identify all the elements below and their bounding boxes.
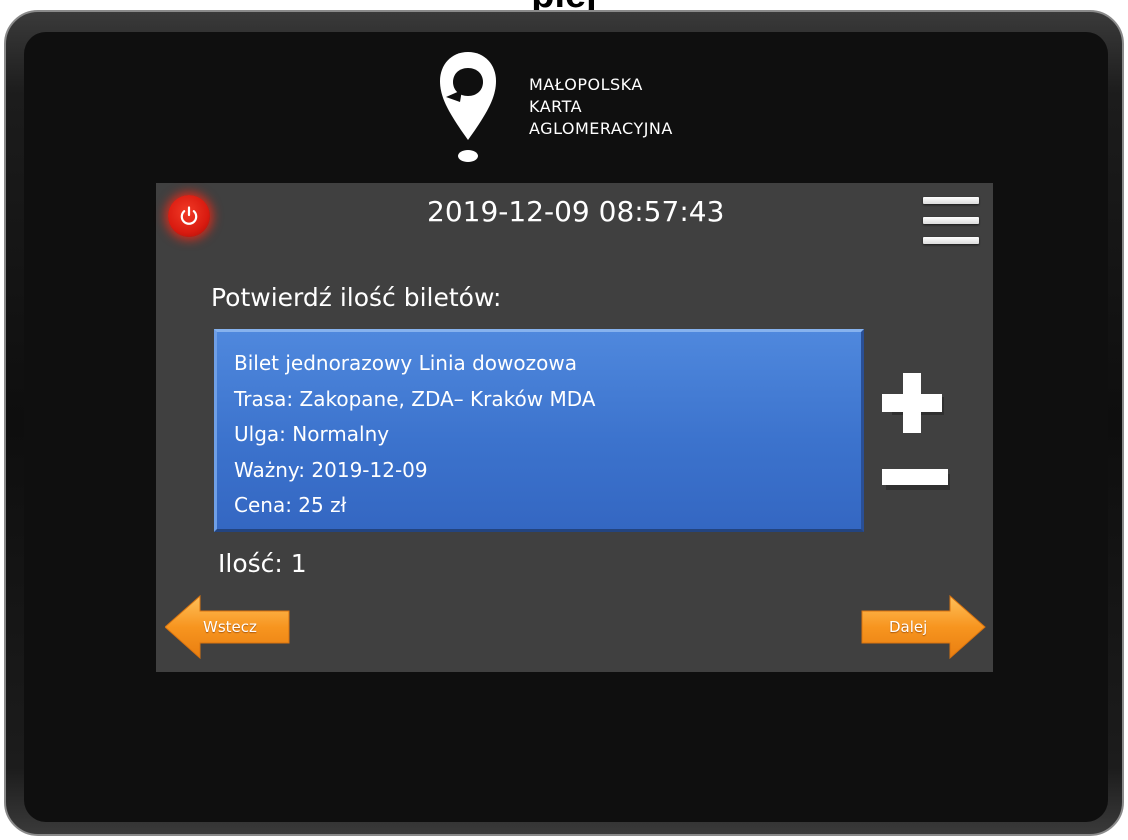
menu-button[interactable]	[920, 197, 982, 249]
back-button[interactable]: Wstecz	[165, 594, 293, 660]
ticket-route: Trasa: Zakopane, ZDA– Kraków MDA	[234, 386, 596, 411]
ticket-summary-panel[interactable]: Bilet jednorazowy Linia dowozowa Trasa: …	[214, 329, 864, 532]
brand-line-2: KARTA	[529, 97, 583, 116]
quantity-value: Ilość: 1	[218, 549, 307, 578]
power-icon	[180, 206, 198, 225]
ticket-validity: Ważny: 2019-12-09	[234, 457, 428, 482]
increase-quantity-button[interactable]	[880, 371, 944, 435]
current-datetime: 2019-12-09 08:57:43	[427, 195, 725, 228]
map-pin-logo-icon	[438, 50, 498, 166]
ticket-discount: Ulga: Normalny	[234, 422, 390, 446]
ticket-price: Cena: 25 zł	[234, 493, 347, 517]
ticket-type: Bilet jednorazowy Linia dowozowa	[234, 351, 577, 375]
back-button-label: Wstecz	[203, 618, 257, 636]
minus-icon	[882, 469, 950, 490]
brand-name: MAŁOPOLSKA KARTA AGLOMERACYJNA	[529, 74, 673, 140]
power-button[interactable]	[168, 195, 210, 237]
next-button-label: Dalej	[889, 618, 928, 636]
next-button[interactable]: Dalej	[861, 594, 989, 660]
brand-line-1: MAŁOPOLSKA	[529, 75, 643, 94]
touch-screen: 2019-12-09 08:57:43 Potwierdź ilość bile…	[156, 183, 993, 672]
decrease-quantity-button[interactable]	[880, 466, 952, 490]
confirm-quantity-prompt: Potwierdź ilość biletów:	[211, 283, 502, 312]
brand-line-3: AGLOMERACYJNA	[529, 119, 673, 138]
plus-icon	[882, 373, 944, 433]
